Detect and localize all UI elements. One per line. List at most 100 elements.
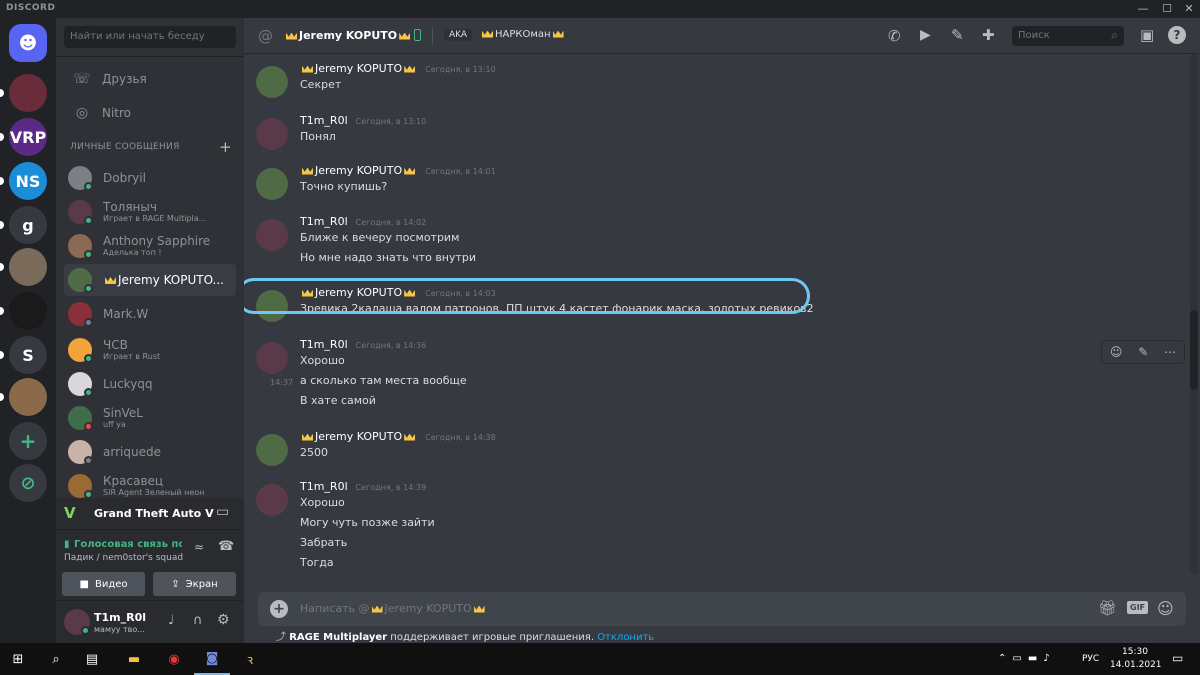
message-author[interactable]: T1m_R0l Сегодня, в 14:02 — [300, 215, 426, 228]
add-reaction-icon[interactable]: ☺ — [1110, 345, 1123, 359]
message-author[interactable]: T1m_R0l Сегодня, в 13:10 — [300, 114, 426, 127]
server-icon[interactable]: NS — [9, 162, 47, 200]
settings-gear-icon[interactable]: ⚙ — [217, 612, 230, 628]
message-author[interactable]: T1m_R0l Сегодня, в 14:39 — [300, 480, 426, 493]
task-view-icon[interactable]: ▤ — [74, 643, 110, 675]
noise-suppression-icon[interactable]: ≈ — [194, 540, 204, 554]
server-icon[interactable] — [9, 74, 47, 112]
microphone-icon[interactable]: ♩ — [168, 613, 174, 628]
custom-status: мамуу тво... — [94, 625, 145, 634]
message-author[interactable]: Jeremy KOPUTO Сегодня, в 14:01 — [300, 164, 496, 177]
hover-timestamp: 14:37 — [270, 378, 294, 387]
dm-item[interactable]: Anthony Sapphire Аделька топ ! — [64, 230, 236, 262]
nav-nitro[interactable]: ◎ Nitro — [64, 98, 236, 128]
dm-name: Dobryil — [103, 171, 231, 185]
discord-window: DISCORD — ☐ ✕ ☻ VRP NS g S + ⊘ Найти или начат… — [0, 0, 1200, 675]
server-icon[interactable] — [9, 292, 47, 330]
file-explorer-icon[interactable]: ▬ — [116, 643, 152, 675]
overlay-icon[interactable]: ▭ — [216, 504, 229, 520]
gift-icon[interactable]: 🎁︎ — [1098, 599, 1117, 617]
maximize-button[interactable]: ☐ — [1156, 0, 1178, 18]
dm-item[interactable]: arriquede — [64, 436, 236, 468]
status-dot — [84, 422, 93, 431]
avatar[interactable] — [256, 434, 288, 466]
pinned-messages-icon[interactable]: ✎ — [951, 26, 964, 44]
dm-item[interactable]: SinVeL uff ya — [64, 402, 236, 434]
create-dm-icon[interactable]: + — [219, 138, 232, 156]
message-author[interactable]: Jeremy KOPUTO Сегодня, в 14:38 — [300, 430, 496, 443]
status-dot — [84, 250, 93, 259]
header-search-input[interactable]: Поиск ⌕ — [1012, 26, 1124, 46]
voice-call-icon[interactable]: ✆ — [888, 27, 901, 45]
clock-date[interactable]: 14.01.2021 — [1110, 660, 1162, 670]
crown-icon — [473, 605, 485, 613]
status-dot — [84, 354, 93, 363]
chat-area: @ Jeremy KOPUTO AKA НАРКОман ✆ ▶ ✎ ✚ Пои… — [244, 18, 1200, 643]
avatar[interactable] — [256, 118, 288, 150]
disconnect-icon[interactable]: ☎ — [218, 539, 234, 554]
rage-mp-icon[interactable]: ꝛ — [232, 643, 268, 675]
scrollbar[interactable] — [1190, 54, 1198, 574]
close-button[interactable]: ✕ — [1178, 0, 1200, 18]
find-conversation-button[interactable]: Найти или начать беседу — [64, 26, 236, 48]
tray-icons[interactable]: ⌃▭▬♪ — [998, 653, 1056, 664]
server-icon[interactable] — [9, 248, 47, 286]
dm-name: SinVeL — [103, 406, 231, 420]
server-icon[interactable] — [9, 378, 47, 416]
avatar[interactable] — [256, 342, 288, 374]
voice-status[interactable]: Голосовая связь под — [74, 539, 182, 550]
headphones-icon[interactable]: ∩ — [193, 613, 203, 628]
dm-item[interactable]: Mark.W — [64, 298, 236, 330]
dismiss-invite-link[interactable]: Отклонить — [597, 632, 654, 643]
nav-friends[interactable]: ☏ Друзья — [64, 64, 236, 94]
dm-item[interactable]: ЧСВ Играет в Rust — [64, 334, 236, 366]
chat-title-name: Jeremy KOPUTO — [299, 29, 398, 42]
discord-taskbar-icon[interactable]: ◙ — [194, 643, 230, 675]
windows-start-icon[interactable]: ⊞ — [0, 643, 36, 675]
explore-servers-icon[interactable]: ⊘ — [9, 464, 47, 502]
friends-icon: ☏ — [73, 71, 91, 87]
help-icon[interactable]: ? — [1168, 26, 1186, 44]
add-server-icon[interactable]: + — [9, 422, 47, 460]
server-icon[interactable]: g — [9, 206, 47, 244]
voice-channel[interactable]: Падик / nem0stor's squad — [64, 553, 183, 563]
message-author[interactable]: Jeremy KOPUTO Сегодня, в 13:10 — [300, 62, 496, 75]
add-friend-icon[interactable]: ✚ — [982, 26, 995, 44]
dm-name: Luckyqq — [103, 377, 231, 391]
status-dot — [84, 182, 93, 191]
message-list: Jeremy KOPUTO Сегодня, в 13:10 Секрет T1m_R… — [244, 54, 1190, 574]
avatar[interactable] — [256, 484, 288, 516]
server-icon[interactable]: S — [9, 336, 47, 374]
discord-home-icon[interactable]: ☻ — [9, 24, 47, 62]
scrollbar-thumb[interactable] — [1190, 310, 1198, 390]
dm-item[interactable]: Толяныч Играет в RAGE Multipla... — [64, 196, 236, 228]
gif-button[interactable]: GIF — [1127, 601, 1149, 614]
dm-item[interactable]: Jeremy KOPUTO... — [64, 264, 236, 296]
avatar[interactable] — [256, 66, 288, 98]
minimize-button[interactable]: — — [1132, 0, 1154, 18]
avatar[interactable] — [256, 219, 288, 251]
avatar[interactable] — [256, 168, 288, 200]
dm-item[interactable]: Luckyqq — [64, 368, 236, 400]
yandex-browser-icon[interactable]: ◉ — [156, 643, 192, 675]
message-composer[interactable]: + Написать @ Jeremy KOPUTO 🎁︎ GIF ☺ — [258, 592, 1186, 626]
edit-icon[interactable]: ✎ — [1138, 345, 1148, 359]
author-name: Jeremy KOPUTO — [315, 62, 403, 75]
search-icon[interactable]: ⌕ — [38, 643, 74, 675]
upload-icon[interactable]: + — [270, 600, 288, 618]
notifications-icon[interactable]: ▭ — [1172, 651, 1183, 665]
video-button[interactable]: ■ Видео — [62, 572, 145, 596]
crown-icon — [404, 65, 416, 73]
emoji-icon[interactable]: ☺ — [1157, 599, 1174, 618]
crown-icon — [399, 32, 411, 40]
inbox-icon[interactable]: ▣ — [1140, 26, 1154, 44]
screen-button[interactable]: ⇪ Экран — [153, 572, 236, 596]
message-author[interactable]: T1m_R0l Сегодня, в 14:36 — [300, 338, 426, 351]
input-language[interactable]: РУС — [1082, 654, 1099, 664]
video-call-icon[interactable]: ▶ — [920, 27, 931, 43]
dm-name: arriquede — [103, 445, 231, 459]
more-icon[interactable]: ⋯ — [1164, 345, 1176, 359]
server-icon[interactable]: VRP — [9, 118, 47, 156]
clock-time[interactable]: 15:30 — [1122, 647, 1148, 657]
dm-item[interactable]: Dobryil — [64, 162, 236, 194]
